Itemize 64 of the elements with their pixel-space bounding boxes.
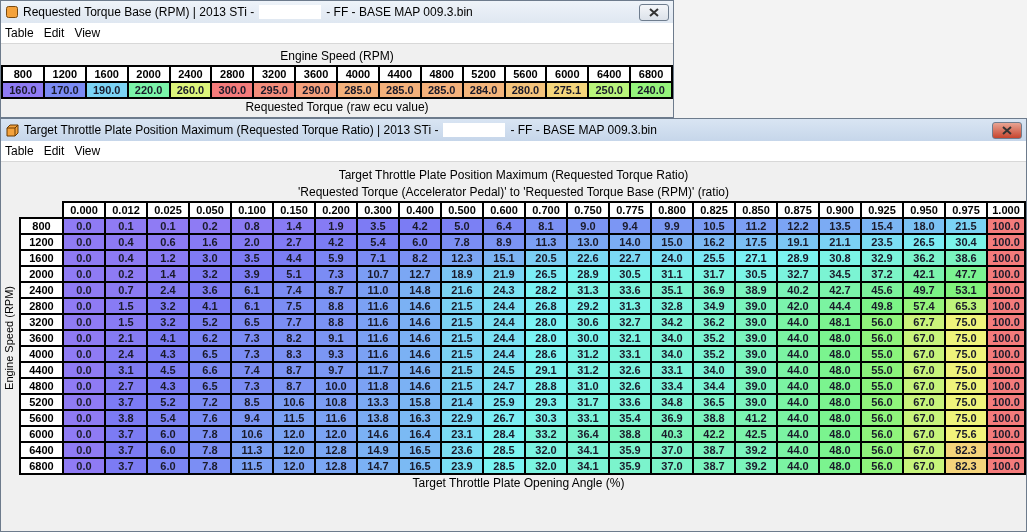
close-icon bbox=[649, 7, 659, 17]
column-header: 0.875 bbox=[777, 202, 819, 218]
column-header: 1600 bbox=[85, 66, 128, 82]
column-header: 2800 bbox=[211, 66, 254, 82]
column-header: 0.600 bbox=[483, 202, 525, 218]
redaction-block bbox=[443, 123, 506, 137]
column-header: 2400 bbox=[169, 66, 212, 82]
column-header: 0.850 bbox=[735, 202, 777, 218]
column-header: 3200 bbox=[253, 66, 296, 82]
column-header: 0.050 bbox=[189, 202, 231, 218]
column-header: 1200 bbox=[43, 66, 86, 82]
column-header: 0.800 bbox=[651, 202, 693, 218]
window-title: Requested Torque Base (RPM) | 2013 STi - bbox=[23, 5, 255, 19]
column-header: 6000 bbox=[546, 66, 589, 82]
column-header: 0.950 bbox=[903, 202, 945, 218]
axis-title: Requested Torque (raw ecu value) bbox=[244, 99, 430, 116]
column-header: 0.400 bbox=[399, 202, 441, 218]
menu-item[interactable]: Table bbox=[5, 26, 34, 40]
window-icon bbox=[6, 6, 18, 18]
column-header: 0.012 bbox=[105, 202, 147, 218]
menu-item[interactable]: View bbox=[74, 144, 101, 158]
menu-item[interactable]: Table bbox=[5, 144, 34, 158]
table-title: Target Throttle Plate Position Maximum (Requested Torque Ratio) bbox=[337, 167, 690, 184]
column-header: 0.750 bbox=[567, 202, 609, 218]
axis-title: Engine Speed (RPM) bbox=[279, 48, 395, 65]
column-header: 5600 bbox=[504, 66, 547, 82]
column-header: 4000 bbox=[337, 66, 379, 82]
table-subtitle: 'Requested Torque (Accelerator Pedal)' to 'Requested Torque Base (RPM)' (ratio) bbox=[297, 184, 730, 201]
column-header: 0.500 bbox=[441, 202, 483, 218]
close-button[interactable] bbox=[992, 121, 1022, 139]
menu-item[interactable]: View bbox=[74, 26, 101, 40]
axis-title: Engine Speed (RPM) bbox=[3, 286, 15, 390]
column-header: 5200 bbox=[462, 66, 505, 82]
cube-icon bbox=[6, 123, 19, 137]
column-header: 0.200 bbox=[315, 202, 357, 218]
column-header: 4800 bbox=[420, 66, 463, 82]
column-header: 2000 bbox=[127, 66, 170, 82]
column-header: 0.025 bbox=[147, 202, 189, 218]
column-header: 6400 bbox=[588, 66, 631, 82]
column-header: 0.925 bbox=[861, 202, 903, 218]
column-header: 3600 bbox=[295, 66, 337, 82]
column-header: 0.900 bbox=[819, 202, 861, 218]
column-header: 6800 bbox=[630, 66, 672, 82]
column-header: 0.150 bbox=[273, 202, 315, 218]
column-header: 0.100 bbox=[231, 202, 273, 218]
close-button[interactable] bbox=[639, 3, 669, 21]
window-title: - FF - BASE MAP 009.3.bin bbox=[510, 123, 657, 137]
column-header: 0.825 bbox=[693, 202, 735, 218]
column-header: 1.000 bbox=[987, 202, 1025, 218]
row-header: 800 bbox=[20, 218, 63, 234]
column-header: 0.700 bbox=[525, 202, 567, 218]
column-header: 0.300 bbox=[357, 202, 399, 218]
window-title: - FF - BASE MAP 009.3.bin bbox=[326, 5, 473, 19]
redaction-block bbox=[259, 5, 322, 19]
close-icon bbox=[1002, 125, 1012, 135]
column-header: 0.000 bbox=[63, 202, 105, 218]
column-header: 0.775 bbox=[609, 202, 651, 218]
column-header: 0.975 bbox=[945, 202, 987, 218]
column-header: 800 bbox=[2, 66, 44, 82]
menu-item[interactable]: Edit bbox=[43, 26, 65, 40]
window-title: Target Throttle Plate Position Maximum (Requested Torque Ratio) | 2013 STi - bbox=[24, 123, 439, 137]
column-header: 4400 bbox=[378, 66, 421, 82]
axis-title: Target Throttle Plate Opening Angle (%) bbox=[411, 475, 626, 491]
menu-item[interactable]: Edit bbox=[43, 144, 65, 158]
